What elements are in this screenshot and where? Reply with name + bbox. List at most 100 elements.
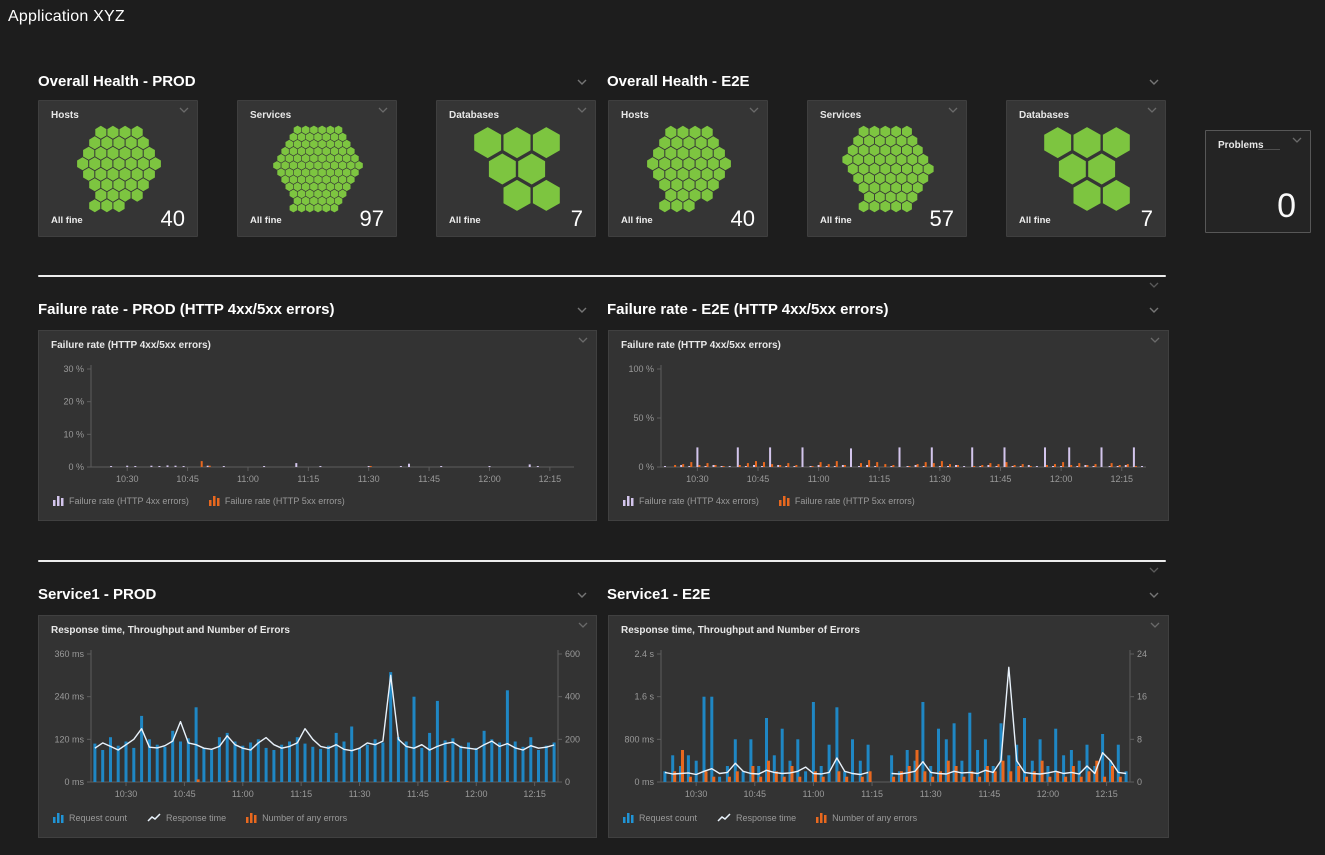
svg-text:11:45: 11:45 xyxy=(407,789,429,799)
health-tile-services-e2e[interactable]: Services All fine 57 xyxy=(807,100,967,237)
hexagon xyxy=(714,147,725,160)
bars-legend-icon xyxy=(53,813,64,823)
hexagon xyxy=(891,182,901,194)
health-tile-services-prod[interactable]: Services All fine 97 xyxy=(237,100,397,237)
hexagon xyxy=(907,135,917,147)
svg-text:16: 16 xyxy=(1137,692,1147,702)
hexagon xyxy=(101,157,112,170)
hexagon xyxy=(696,157,707,170)
honeycomb-hexagons[interactable] xyxy=(474,127,560,211)
hexagon xyxy=(690,147,701,160)
honeycomb-hosts[interactable] xyxy=(631,125,747,213)
failure-rate-prod-tile[interactable]: Failure rate (HTTP 4xx/5xx errors) 0 %10… xyxy=(38,330,597,521)
chevron-down-icon[interactable] xyxy=(576,306,588,314)
legend-item[interactable]: Response time xyxy=(717,813,796,823)
hexagon xyxy=(306,175,314,184)
tile-title: Problems xyxy=(1218,140,1264,151)
legend-item[interactable]: Failure rate (HTTP 4xx errors) xyxy=(53,496,189,506)
honeycomb-services[interactable] xyxy=(830,125,946,213)
bar-series xyxy=(674,460,1137,467)
failure-rate-prod-chart[interactable]: 0 %10 %20 %30 %10:3010:4511:0011:1511:30… xyxy=(39,357,596,497)
chevron-down-icon[interactable] xyxy=(178,106,190,114)
hexagon xyxy=(113,136,124,149)
hexagon xyxy=(302,168,310,177)
honeycomb-hexagons[interactable] xyxy=(77,126,161,212)
legend-item[interactable]: Failure rate (HTTP 4xx errors) xyxy=(623,496,759,506)
svg-text:11:00: 11:00 xyxy=(802,789,824,799)
chevron-down-icon[interactable] xyxy=(576,106,588,114)
hexagon xyxy=(120,189,131,202)
chevron-down-icon[interactable] xyxy=(576,78,588,86)
chevron-down-icon[interactable] xyxy=(1148,78,1160,86)
health-tile-hosts-prod[interactable]: Hosts All fine 40 xyxy=(38,100,198,237)
chart-tile-title: Response time, Throughput and Number of … xyxy=(51,625,290,636)
honeycomb-databases[interactable] xyxy=(459,125,575,213)
svg-text:2.4 s: 2.4 s xyxy=(634,649,654,659)
svg-text:10:30: 10:30 xyxy=(686,474,709,484)
health-tile-hosts-e2e[interactable]: Hosts All fine 40 xyxy=(608,100,768,237)
hexagon xyxy=(913,145,923,157)
chevron-down-icon[interactable] xyxy=(1149,336,1161,344)
chevron-down-icon[interactable] xyxy=(1148,591,1160,599)
chevron-down-icon[interactable] xyxy=(748,106,760,114)
legend-item[interactable]: Request count xyxy=(53,813,127,823)
hexagon xyxy=(290,204,298,213)
honeycomb-hexagons[interactable] xyxy=(1044,127,1130,211)
svg-text:12:00: 12:00 xyxy=(465,789,488,799)
hexagon xyxy=(864,173,874,185)
failure-rate-e2e-tile[interactable]: Failure rate (HTTP 4xx/5xx errors) 0 %50… xyxy=(608,330,1169,521)
svg-text:12:00: 12:00 xyxy=(1050,474,1073,484)
chevron-down-icon[interactable] xyxy=(1291,136,1303,144)
status-text: All fine xyxy=(449,215,481,226)
hexagon xyxy=(294,168,302,177)
legend-item[interactable]: Failure rate (HTTP 5xx errors) xyxy=(209,496,345,506)
hexagon xyxy=(696,136,707,149)
chevron-down-icon[interactable] xyxy=(1146,106,1158,114)
svg-text:360 ms: 360 ms xyxy=(54,649,84,659)
chevron-down-icon[interactable] xyxy=(1148,306,1160,314)
failure-rate-e2e-chart[interactable]: 0 %50 %100 %10:3010:4511:0011:1511:3011:… xyxy=(609,357,1168,497)
hexagon xyxy=(702,168,713,181)
hexagon xyxy=(875,154,885,166)
legend-item[interactable]: Number of any errors xyxy=(246,813,347,823)
service1-prod-tile[interactable]: Response time, Throughput and Number of … xyxy=(38,615,597,838)
chevron-down-icon[interactable] xyxy=(576,591,588,599)
hexagon xyxy=(294,154,302,163)
chevron-down-icon[interactable] xyxy=(947,106,959,114)
hexagon xyxy=(880,201,890,212)
hexagon xyxy=(113,178,124,191)
chevron-down-icon[interactable] xyxy=(1148,281,1160,289)
service1-prod-chart[interactable]: 0 ms120 ms240 ms360 ms020040060010:3010:… xyxy=(39,642,596,812)
health-tile-databases-e2e[interactable]: Databases All fine 7 xyxy=(1006,100,1166,237)
legend-item[interactable]: Response time xyxy=(147,813,226,823)
chevron-down-icon[interactable] xyxy=(377,106,389,114)
service1-e2e-tile[interactable]: Response time, Throughput and Number of … xyxy=(608,615,1169,838)
chevron-down-icon[interactable] xyxy=(577,336,589,344)
service1-e2e-chart[interactable]: 0 ms800 ms1.6 s2.4 s08162410:3010:4511:0… xyxy=(609,642,1168,812)
chevron-down-icon[interactable] xyxy=(1149,621,1161,629)
legend-item[interactable]: Failure rate (HTTP 5xx errors) xyxy=(779,496,915,506)
chevron-down-icon[interactable] xyxy=(1148,566,1160,574)
honeycomb-hexagons[interactable] xyxy=(842,126,933,212)
hexagon xyxy=(880,126,890,137)
hexagon xyxy=(294,140,302,149)
honeycomb-hexagons[interactable] xyxy=(273,126,363,213)
health-tile-databases-prod[interactable]: Databases All fine 7 xyxy=(436,100,596,237)
hexagon xyxy=(277,168,285,177)
honeycomb-hexagons[interactable] xyxy=(647,126,731,212)
legend-item[interactable]: Request count xyxy=(623,813,697,823)
hexagon xyxy=(653,147,664,160)
hexagon xyxy=(880,182,890,194)
hexagon xyxy=(107,126,118,139)
chevron-down-icon[interactable] xyxy=(577,621,589,629)
legend-item[interactable]: Number of any errors xyxy=(816,813,917,823)
hexagon xyxy=(343,140,351,149)
hexagon xyxy=(318,168,326,177)
hexagon xyxy=(318,182,326,191)
honeycomb-hosts[interactable] xyxy=(61,125,177,213)
hexagon xyxy=(335,154,343,163)
honeycomb-services[interactable] xyxy=(260,125,376,213)
problems-tile[interactable]: Problems 0 xyxy=(1205,130,1311,233)
hexagon xyxy=(286,182,294,191)
honeycomb-databases[interactable] xyxy=(1029,125,1145,213)
